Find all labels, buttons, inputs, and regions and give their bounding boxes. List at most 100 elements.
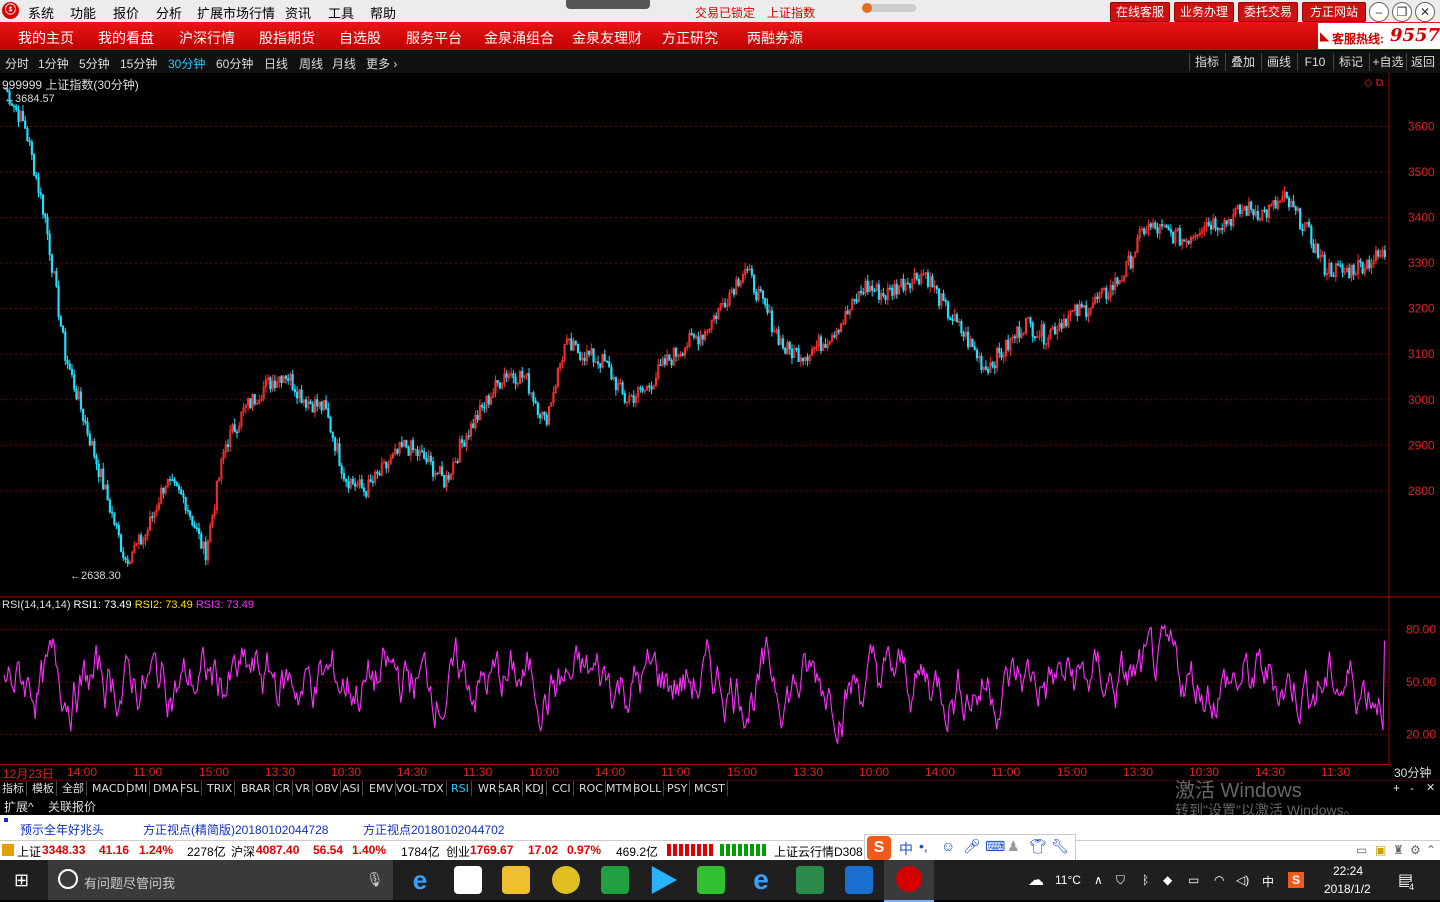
chart-corner-icon[interactable]: ◇ ⧉ (1364, 77, 1384, 89)
toolbar-indicator-button[interactable]: 指标 (1189, 53, 1224, 71)
indicator-tab-sar[interactable]: SAR (496, 781, 524, 796)
nav-service[interactable]: 服务平台 (406, 28, 462, 48)
menu-extended-market[interactable]: 扩展市场行情 (197, 3, 275, 22)
menu-system[interactable]: 系统 (28, 3, 54, 22)
stock-app-icon[interactable] (896, 866, 922, 892)
toolbar-overlay-button[interactable]: 叠加 (1225, 53, 1260, 71)
indicator-tab-asi[interactable]: ASI (340, 781, 363, 796)
ime-toolbar[interactable]: S 中 •, ☺ 🎤︎ ⌨ ♟ 👕︎ 🔧︎ (864, 834, 1076, 862)
expand-icon[interactable]: ⌃ (1426, 843, 1436, 857)
cloud-quote-label[interactable]: 上证云行情D308 (774, 843, 863, 860)
ime-emoji-icon[interactable]: ☺ (941, 838, 955, 854)
period-timeshare[interactable]: 分时 (5, 55, 29, 72)
extension-toggle[interactable]: 扩展^ (4, 798, 34, 815)
hs-index-name[interactable]: 沪深 (231, 843, 255, 860)
weather-temperature[interactable]: 11°C (1055, 873, 1081, 887)
volume-icon[interactable]: ◁) (1236, 873, 1249, 887)
ime-punct-icon[interactable]: •, (919, 838, 928, 854)
trade-lock-status[interactable]: 交易已锁定 (695, 4, 755, 21)
menu-quote[interactable]: 报价 (113, 3, 139, 22)
toolbar-f10-button[interactable]: F10 (1297, 53, 1332, 71)
nav-watchlist[interactable]: 自选股 (339, 28, 381, 48)
edge-browser-icon[interactable]: e (406, 866, 434, 894)
kline-chart-area[interactable]: 2800 2900 3000 3100 3200 3300 3400 3500 3600 20.0… (0, 73, 1440, 765)
panel-close-button[interactable]: ✕ (1426, 781, 1435, 794)
period-15min[interactable]: 15分钟 (120, 55, 157, 72)
indicator-tab-emv[interactable]: EMV (367, 781, 396, 796)
nav-futures[interactable]: 股指期货 (259, 28, 315, 48)
ime-indicator[interactable]: 中 (1262, 873, 1274, 890)
message-icon[interactable]: ▣ (1375, 843, 1386, 857)
period-60min[interactable]: 60分钟 (216, 55, 253, 72)
business-button[interactable]: 业务办理 (1174, 2, 1234, 22)
indicator-tab-vr[interactable]: VR (293, 781, 314, 796)
tray-shield-icon[interactable]: ⛉ (1116, 873, 1125, 888)
period-1min[interactable]: 1分钟 (38, 55, 69, 72)
sh-index-name[interactable]: 上证 (17, 843, 41, 860)
news-item[interactable]: 方正视点20180102044702 (363, 821, 504, 838)
menu-tools[interactable]: 工具 (328, 3, 354, 22)
clock-date[interactable]: 2018/1/2 (1324, 882, 1371, 896)
security-shield-icon[interactable] (845, 866, 873, 894)
app-ball-icon[interactable] (552, 866, 580, 894)
indicator-tab-brar[interactable]: BRAR (239, 781, 274, 796)
indicator-tab-指标[interactable]: 指标 (0, 781, 27, 796)
ticker-menu-icon[interactable] (2, 844, 14, 856)
store-icon[interactable] (454, 866, 482, 894)
menu-analysis[interactable]: 分析 (156, 3, 182, 22)
clock-time[interactable]: 22:24 (1333, 864, 1363, 878)
news-item[interactable]: 预示全年好兆头 (20, 821, 104, 838)
indicator-tab-boll[interactable]: BOLL (631, 781, 665, 796)
tray-expand-icon[interactable]: ∧ (1094, 873, 1103, 887)
bluetooth-icon[interactable]: ᛒ (1142, 873, 1149, 887)
menu-info[interactable]: 资讯 (285, 3, 311, 22)
nav-finance[interactable]: 金泉友理财 (572, 28, 642, 48)
news-item[interactable]: 方正视点(精简版)20180102044728 (143, 821, 328, 838)
indicator-tab-vol-tdx[interactable]: VOL-TDX (394, 781, 447, 796)
restore-icon[interactable]: ❐ (1392, 2, 1412, 22)
ie-browser-icon[interactable]: e (747, 866, 775, 894)
slider-knob-icon[interactable] (862, 3, 872, 13)
toolbar-add-watch-button[interactable]: +自选 (1369, 53, 1406, 71)
indicator-tab-obv[interactable]: OBV (313, 781, 342, 796)
iqiyi-icon[interactable] (697, 866, 725, 894)
close-icon[interactable]: ✕ (1415, 2, 1435, 22)
period-30min[interactable]: 30分钟 (168, 55, 205, 72)
indicator-tab-psy[interactable]: PSY (665, 781, 691, 796)
indicator-tab-rsi[interactable]: RSI (449, 781, 472, 796)
ime-settings-icon[interactable]: 🔧︎ (1051, 838, 1069, 855)
nav-market[interactable]: 沪深行情 (179, 28, 235, 48)
tray-diamond-icon[interactable]: ◆ (1163, 873, 1172, 887)
hotline-banner[interactable]: ◣ 客服热线: 95571 (1318, 23, 1440, 49)
menu-function[interactable]: 功能 (70, 3, 96, 22)
period-5min[interactable]: 5分钟 (79, 55, 110, 72)
ime-chinese-icon[interactable]: 中 (899, 839, 913, 859)
toolbar-mark-button[interactable]: 标记 (1333, 53, 1368, 71)
indicator-tab-fsl[interactable]: FSL (178, 781, 203, 796)
cy-index-name[interactable]: 创业 (446, 843, 470, 860)
wifi-icon[interactable]: ◠ (1214, 873, 1224, 887)
online-service-button[interactable]: 在线客服 (1110, 2, 1170, 22)
indicator-tab-mcst[interactable]: MCST (692, 781, 728, 796)
nav-portfolio[interactable]: 金泉涌组合 (484, 28, 554, 48)
settings-icon[interactable]: ⚙ (1410, 843, 1421, 857)
network-tool-icon[interactable] (796, 866, 824, 894)
weather-cloud-icon[interactable]: ☁ (1028, 870, 1044, 890)
layout-icon[interactable]: ▭ (1356, 843, 1367, 857)
website-button[interactable]: 方正网站 (1302, 2, 1366, 22)
minimize-icon[interactable]: – (1369, 2, 1389, 22)
period-more[interactable]: 更多 › (366, 55, 397, 72)
nav-my-home[interactable]: 我的主页 (18, 28, 74, 48)
entrust-trade-button[interactable]: 委托交易 (1238, 2, 1298, 22)
indicator-tab-cci[interactable]: CCI (550, 781, 574, 796)
related-quotes-tab[interactable]: 关联报价 (48, 798, 96, 815)
microphone-icon[interactable]: 🎙︎ (366, 871, 384, 888)
period-monthly[interactable]: 月线 (332, 55, 356, 72)
windows-start-icon[interactable]: ⊞ (14, 870, 29, 891)
indicator-tab-全部[interactable]: 全部 (60, 781, 87, 796)
toolbar-draw-button[interactable]: 画线 (1261, 53, 1296, 71)
ime-skin-icon[interactable]: 👕︎ (1029, 838, 1047, 855)
indicator-tab-trix[interactable]: TRIX (205, 781, 236, 796)
taskbar-search-box[interactable]: 有问题尽管问我 🎙︎ (48, 860, 393, 900)
indicator-tab-dma[interactable]: DMA (151, 781, 182, 796)
